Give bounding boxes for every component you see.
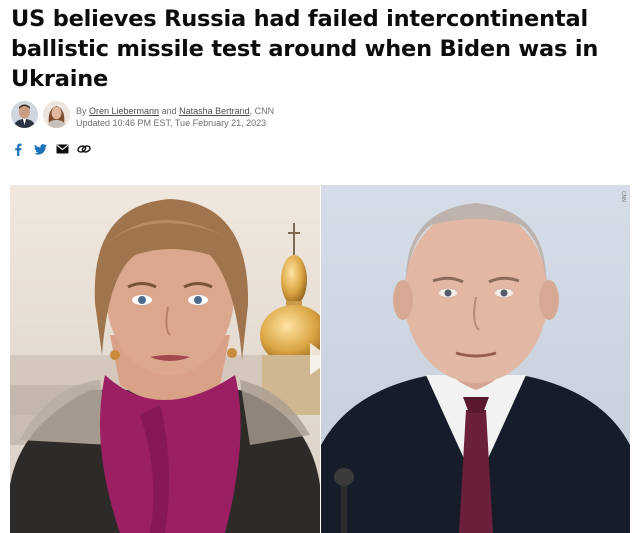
author-link-oren[interactable]: Oren Liebermann: [89, 106, 159, 116]
share-bar: [11, 142, 91, 156]
author-avatar-natasha[interactable]: [43, 101, 70, 128]
twitter-icon[interactable]: [33, 142, 47, 156]
correspondent-photo[interactable]: [10, 185, 320, 533]
byline-text: By Oren Liebermann and Natasha Bertrand,…: [76, 105, 274, 129]
byline-suffix: , CNN: [249, 106, 275, 116]
byline-and: and: [159, 106, 180, 116]
facebook-icon[interactable]: [11, 142, 25, 156]
link-icon[interactable]: [77, 142, 91, 156]
email-icon[interactable]: [55, 142, 69, 156]
article-headline: US believes Russia had failed interconti…: [11, 6, 599, 92]
byline-authors-line: By Oren Liebermann and Natasha Bertrand,…: [76, 105, 274, 117]
author-avatar-oren[interactable]: [11, 101, 38, 128]
photo-watermark: CNN: [620, 191, 626, 202]
byline-prefix: By: [76, 106, 90, 116]
author-link-natasha[interactable]: Natasha Bertrand: [179, 106, 250, 116]
putin-photo[interactable]: CNN: [321, 185, 630, 533]
updated-timestamp: Updated 10:46 PM EST, Tue February 21, 2…: [76, 118, 267, 128]
